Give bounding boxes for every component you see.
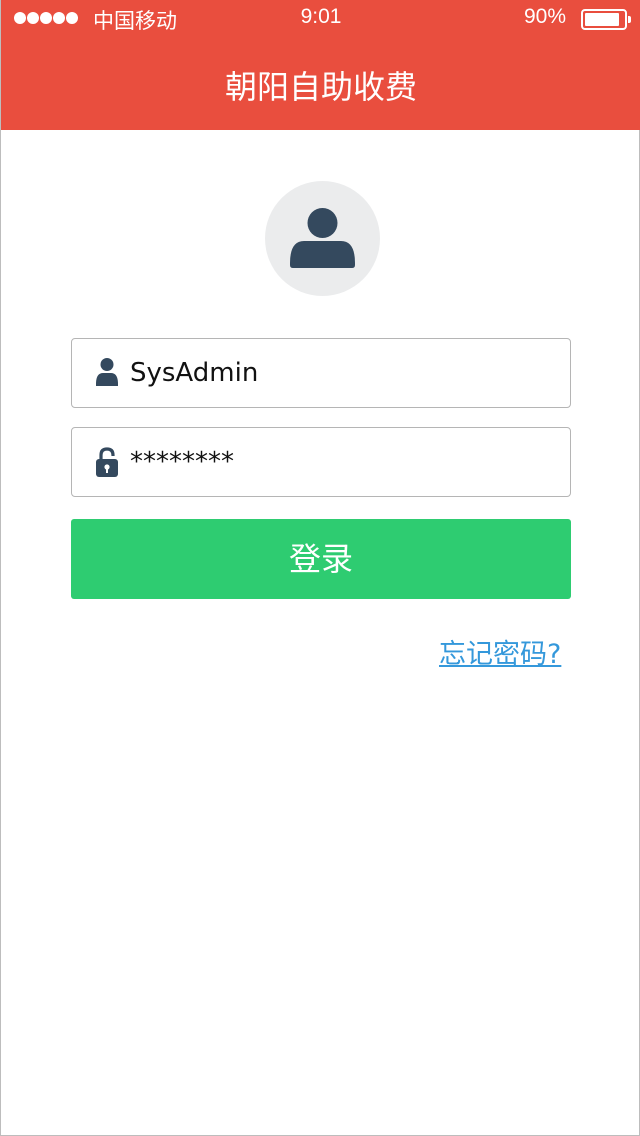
battery-icon xyxy=(581,9,631,30)
username-input[interactable] xyxy=(130,339,560,407)
forgot-password-link[interactable]: 忘记密码? xyxy=(439,632,561,671)
lock-icon xyxy=(96,447,118,482)
user-icon xyxy=(290,208,355,268)
password-field[interactable] xyxy=(71,427,571,497)
login-button[interactable]: 登录 xyxy=(71,519,571,599)
header-bar: 中国移动 9:01 90% 朝阳自助收费 xyxy=(1,0,640,130)
login-screen: 中国移动 9:01 90% 朝阳自助收费 SysAdmin ******** 登… xyxy=(0,0,640,1136)
page-title: 朝阳自助收费 xyxy=(224,69,417,105)
avatar xyxy=(265,181,380,296)
username-field[interactable] xyxy=(71,338,571,408)
user-icon xyxy=(96,358,118,391)
password-input[interactable] xyxy=(130,428,560,496)
battery-percent: 90% xyxy=(524,5,567,28)
status-bar: 中国移动 9:01 90% xyxy=(1,0,640,36)
